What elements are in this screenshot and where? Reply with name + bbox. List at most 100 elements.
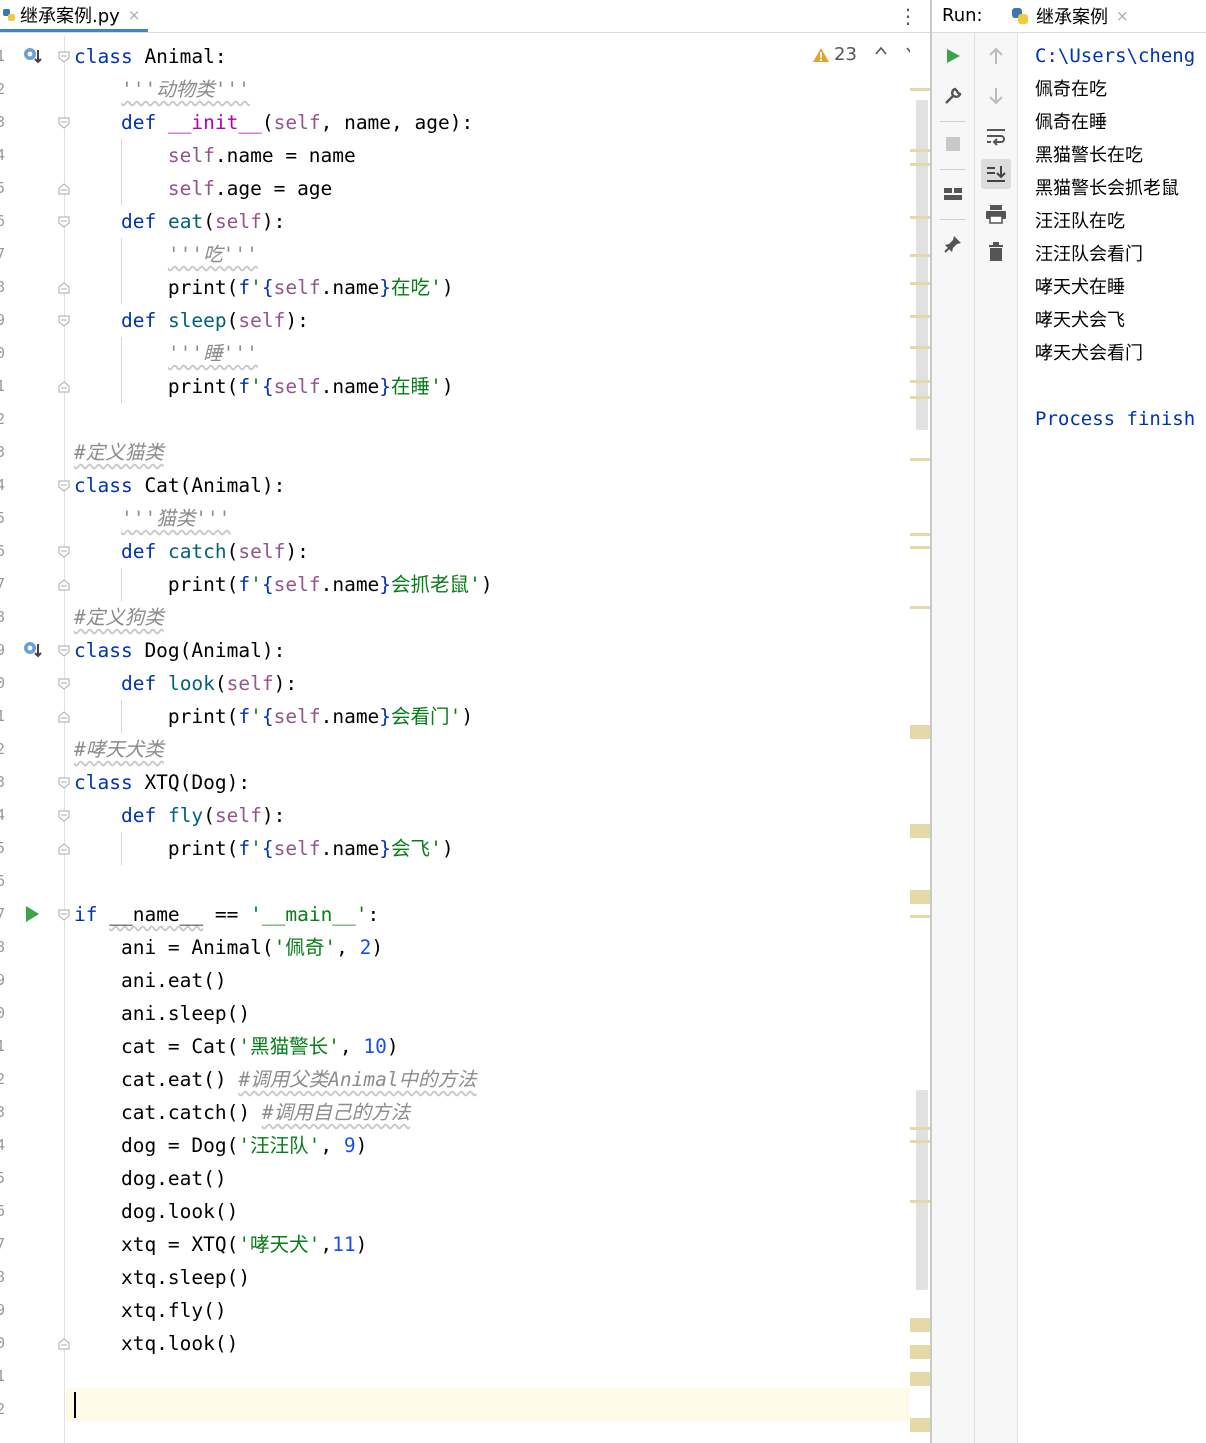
console-line: 佩奇在吃 <box>1035 79 1107 100</box>
code-line[interactable]: dog = Dog('汪汪队', 9) <box>74 1129 367 1162</box>
code-line[interactable]: xtq.look() <box>74 1327 238 1360</box>
code-line[interactable]: ani.sleep() <box>74 997 250 1030</box>
code-line[interactable]: '''吃''' <box>74 238 258 271</box>
scroll-to-end-icon[interactable] <box>981 159 1011 189</box>
code-line[interactable]: #哮天犬类 <box>74 733 164 766</box>
editor-tab[interactable]: 继承案例.py × <box>0 0 149 32</box>
stripe-mark <box>910 88 930 91</box>
code-line[interactable]: if __name__ == '__main__': <box>74 898 379 931</box>
stop-icon[interactable] <box>938 129 968 159</box>
down-arrow-icon[interactable] <box>981 81 1011 111</box>
breakpoint-override-icon[interactable] <box>22 640 42 660</box>
stripe-mark <box>910 606 930 609</box>
stripe-mark <box>910 890 930 904</box>
code-line[interactable]: '''睡''' <box>74 337 258 370</box>
indent-guide <box>121 139 122 205</box>
line-number: 6 <box>0 1202 6 1220</box>
stripe-mark <box>910 1318 930 1332</box>
line-number: 3 <box>0 443 6 461</box>
run-tab-close-icon[interactable]: × <box>1116 7 1129 25</box>
line-number: 2 <box>0 80 6 98</box>
code-line[interactable]: def fly(self): <box>74 799 285 832</box>
line-number: 0 <box>0 674 6 692</box>
code-line[interactable]: print(f'{self.name}会飞') <box>74 832 454 865</box>
code-line[interactable]: def sleep(self): <box>74 304 309 337</box>
code-line[interactable]: ani = Animal('佩奇', 2) <box>74 931 383 964</box>
indent-guide <box>121 337 122 403</box>
line-number: 8 <box>0 1268 6 1286</box>
code-line[interactable]: class Cat(Animal): <box>74 469 285 502</box>
code-line[interactable]: xtq.sleep() <box>74 1261 250 1294</box>
line-number: 5 <box>0 509 6 527</box>
code-line[interactable]: self.name = name <box>74 139 356 172</box>
print-icon[interactable] <box>981 199 1011 229</box>
text-caret <box>74 1392 76 1418</box>
code-line[interactable]: print(f'{self.name}在吃') <box>74 271 454 304</box>
indent-guide <box>121 238 122 304</box>
console-line: 哮天犬会看门 <box>1035 343 1143 364</box>
layout-icon[interactable] <box>938 179 968 209</box>
toolbar-separator <box>940 219 966 220</box>
console-line: 黑猫警长在吃 <box>1035 145 1143 166</box>
console-line: 哮天犬在睡 <box>1035 277 1125 298</box>
wrench-icon[interactable] <box>938 81 968 111</box>
line-number: 4 <box>0 146 6 164</box>
rerun-icon[interactable] <box>938 41 968 71</box>
scrollbar-thumb-lower[interactable] <box>916 1090 928 1290</box>
code-line[interactable]: def look(self): <box>74 667 297 700</box>
stripe-mark <box>910 149 930 152</box>
editor-pane: 继承案例.py × ⋮ 1234567890123456789012345678… <box>0 0 930 1443</box>
previous-highlight-icon[interactable] <box>872 42 890 64</box>
line-number: 7 <box>0 905 6 923</box>
code-line[interactable]: ani.eat() <box>74 964 227 997</box>
line-number: 6 <box>0 872 6 890</box>
code-line[interactable]: print(f'{self.name}会抓老鼠') <box>74 568 493 601</box>
more-options-icon[interactable]: ⋮ <box>898 4 918 28</box>
code-line[interactable]: def catch(self): <box>74 535 309 568</box>
console-line: 黑猫警长会抓老鼠 <box>1035 178 1179 199</box>
run-gutter-icon[interactable] <box>22 904 42 924</box>
line-number: 2 <box>0 1400 6 1418</box>
inspection-widget[interactable]: 23 <box>812 44 857 65</box>
code-line[interactable]: def eat(self): <box>74 205 285 238</box>
code-line[interactable]: dog.eat() <box>74 1162 227 1195</box>
code-line[interactable]: dog.look() <box>74 1195 238 1228</box>
code-line[interactable]: xtq.fly() <box>74 1294 227 1327</box>
code-area[interactable]: class Animal: '''动物类''' def __init__(sel… <box>66 36 910 1443</box>
up-arrow-icon[interactable] <box>981 41 1011 71</box>
console-line: 佩奇在睡 <box>1035 112 1107 133</box>
soft-wrap-icon[interactable] <box>981 121 1011 151</box>
code-line[interactable]: self.age = age <box>74 172 332 205</box>
line-number: 1 <box>0 707 6 725</box>
toolbar-separator <box>940 169 966 170</box>
code-line[interactable]: #定义狗类 <box>74 601 164 634</box>
code-line[interactable]: class Animal: <box>74 40 227 73</box>
run-config-tab[interactable]: 继承案例 × <box>1006 0 1137 32</box>
code-line[interactable]: print(f'{self.name}会看门') <box>74 700 473 733</box>
code-line[interactable]: #定义猫类 <box>74 436 164 469</box>
code-line[interactable]: '''猫类''' <box>74 502 230 535</box>
code-line[interactable]: print(f'{self.name}在睡') <box>74 370 454 403</box>
run-toolbar-left <box>932 33 975 1443</box>
code-line[interactable]: cat.eat() #调用父类Animal中的方法 <box>74 1063 477 1096</box>
code-line[interactable]: xtq = XTQ('哮天犬',11) <box>74 1228 367 1261</box>
code-line[interactable]: cat = Cat('黑猫警长', 10) <box>74 1030 399 1063</box>
code-line[interactable]: '''动物类''' <box>74 73 250 106</box>
stripe-mark <box>910 216 930 219</box>
indent-guide <box>121 700 122 733</box>
line-number: 3 <box>0 113 6 131</box>
stripe-mark <box>910 1127 930 1130</box>
code-line[interactable]: class XTQ(Dog): <box>74 766 250 799</box>
line-number: 5 <box>0 1169 6 1187</box>
stripe-mark <box>910 1345 930 1359</box>
tab-close-icon[interactable]: × <box>128 6 141 24</box>
breakpoint-override-icon[interactable] <box>22 46 42 66</box>
trash-icon[interactable] <box>981 237 1011 267</box>
pin-icon[interactable] <box>938 229 968 259</box>
warning-icon <box>813 47 829 62</box>
code-line[interactable]: class Dog(Animal): <box>74 634 285 667</box>
stripe-mark <box>910 1372 930 1386</box>
code-line[interactable]: cat.catch() #调用自己的方法 <box>74 1096 410 1129</box>
console-output[interactable]: C:\Users\cheng 佩奇在吃 佩奇在睡 黑猫警长在吃 黑猫警长会抓老鼠 汪汪队在… <box>1018 36 1206 1443</box>
code-line[interactable]: def __init__(self, name, age): <box>74 106 473 139</box>
